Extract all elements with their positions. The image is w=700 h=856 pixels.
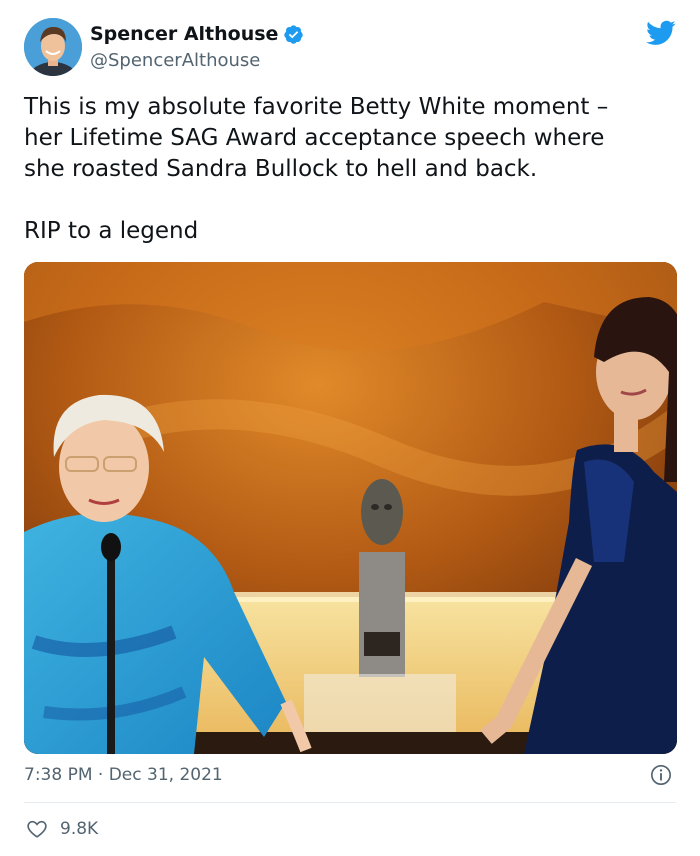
tweet-media-video[interactable]: [24, 262, 677, 754]
avatar[interactable]: [24, 18, 82, 76]
author-name[interactable]: Spencer Althouse: [90, 23, 304, 45]
info-icon[interactable]: [650, 764, 672, 786]
like-count: 9.8K: [60, 819, 99, 839]
like-button[interactable]: 9.8K: [26, 818, 98, 840]
author-handle[interactable]: @SpencerAlthouse: [90, 50, 260, 71]
verified-badge-icon: [284, 24, 304, 44]
divider: [24, 802, 676, 803]
heart-icon: [27, 820, 47, 838]
author-name-text: Spencer Althouse: [90, 23, 279, 45]
video-frame-image: [24, 262, 677, 754]
avatar-image: [24, 18, 82, 76]
tweet-timestamp[interactable]: 7:38 PM · Dec 31, 2021: [24, 765, 223, 785]
twitter-bird-icon[interactable]: [646, 20, 676, 46]
tweet-text: This is my absolute favorite Betty White…: [24, 94, 609, 244]
